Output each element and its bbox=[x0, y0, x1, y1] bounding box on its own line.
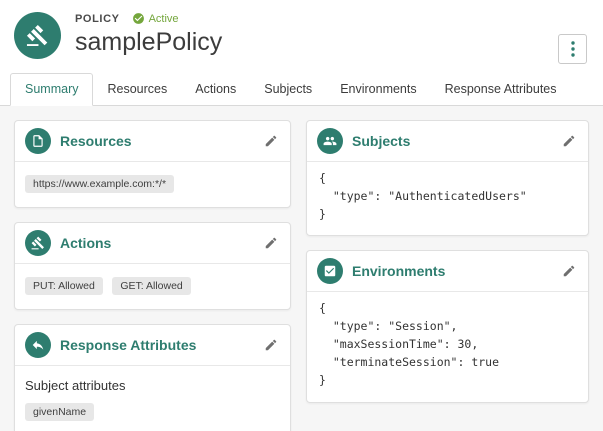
card-actions-body: PUT: Allowed GET: Allowed bbox=[15, 264, 290, 309]
resource-chip: https://www.example.com:*/* bbox=[25, 175, 175, 193]
edit-actions-button[interactable] bbox=[262, 234, 280, 252]
card-actions: Actions PUT: Allowed GET: Allowed bbox=[14, 222, 291, 310]
header-text: POLICY Active samplePolicy bbox=[75, 10, 222, 57]
edit-environments-button[interactable] bbox=[560, 262, 578, 280]
status-badge: Active bbox=[132, 12, 179, 25]
tab-subjects[interactable]: Subjects bbox=[250, 74, 326, 105]
left-column: Resources https://www.example.com:*/* Ac… bbox=[14, 120, 291, 431]
pencil-icon bbox=[563, 135, 575, 147]
edit-response-attributes-button[interactable] bbox=[262, 336, 280, 354]
file-icon bbox=[25, 128, 51, 154]
status-label: Active bbox=[148, 12, 179, 25]
tab-response-attributes[interactable]: Response Attributes bbox=[431, 74, 571, 105]
tab-environments[interactable]: Environments bbox=[326, 74, 430, 105]
right-column: Subjects { "type": "AuthenticatedUsers" … bbox=[306, 120, 589, 403]
card-actions-header: Actions bbox=[15, 223, 290, 264]
response-attribute-chip: givenName bbox=[25, 403, 95, 421]
card-response-attributes-body: Subject attributes givenName bbox=[15, 366, 290, 431]
summary-content: Resources https://www.example.com:*/* Ac… bbox=[0, 106, 603, 431]
subjects-code: { "type": "AuthenticatedUsers" } bbox=[319, 171, 527, 221]
reply-arrow-icon bbox=[25, 332, 51, 358]
tab-summary[interactable]: Summary bbox=[10, 73, 94, 106]
policy-type-label: POLICY bbox=[75, 12, 120, 25]
card-environments: Environments { "type": "Session", "maxSe… bbox=[306, 250, 589, 403]
card-subjects: Subjects { "type": "AuthenticatedUsers" … bbox=[306, 120, 589, 237]
tab-actions[interactable]: Actions bbox=[181, 74, 250, 105]
page-header: POLICY Active samplePolicy bbox=[0, 0, 603, 65]
check-square-icon bbox=[317, 258, 343, 285]
card-resources-title: Resources bbox=[60, 133, 132, 149]
card-subjects-header: Subjects bbox=[307, 121, 588, 162]
card-environments-header: Environments bbox=[307, 251, 588, 293]
subject-attributes-label: Subject attributes bbox=[25, 378, 126, 393]
tab-resources[interactable]: Resources bbox=[93, 74, 181, 105]
policy-avatar bbox=[14, 12, 61, 59]
card-response-attributes: Response Attributes Subject attributes g… bbox=[14, 324, 291, 431]
action-chip: GET: Allowed bbox=[112, 277, 191, 295]
check-circle-icon bbox=[132, 13, 144, 24]
policy-page: POLICY Active samplePolicy Summary Resou… bbox=[0, 0, 603, 431]
pencil-icon bbox=[265, 237, 277, 249]
card-subjects-title: Subjects bbox=[352, 133, 411, 149]
tab-bar: Summary Resources Actions Subjects Envir… bbox=[0, 65, 603, 106]
card-response-attributes-header: Response Attributes bbox=[15, 325, 290, 366]
edit-resources-button[interactable] bbox=[262, 132, 280, 150]
card-resources-header: Resources bbox=[15, 121, 290, 162]
card-response-attributes-title: Response Attributes bbox=[60, 337, 197, 353]
kebab-menu-button[interactable] bbox=[558, 34, 587, 64]
kebab-vertical-icon bbox=[570, 41, 575, 57]
gavel-icon bbox=[25, 230, 51, 256]
card-actions-title: Actions bbox=[60, 235, 112, 251]
card-resources-body: https://www.example.com:*/* bbox=[15, 162, 290, 207]
card-environments-body: { "type": "Session", "maxSessionTime": 3… bbox=[307, 292, 588, 401]
pencil-icon bbox=[265, 135, 277, 147]
page-title: samplePolicy bbox=[75, 28, 223, 56]
edit-subjects-button[interactable] bbox=[560, 132, 578, 150]
users-icon bbox=[317, 128, 343, 154]
card-environments-title: Environments bbox=[352, 263, 446, 280]
action-chip: PUT: Allowed bbox=[25, 277, 103, 295]
environments-code: { "type": "Session", "maxSessionTime": 3… bbox=[319, 301, 500, 387]
card-resources: Resources https://www.example.com:*/* bbox=[14, 120, 291, 208]
gavel-icon bbox=[26, 24, 48, 47]
card-subjects-body: { "type": "AuthenticatedUsers" } bbox=[307, 162, 588, 235]
pencil-icon bbox=[265, 339, 277, 351]
pencil-icon bbox=[563, 266, 575, 277]
